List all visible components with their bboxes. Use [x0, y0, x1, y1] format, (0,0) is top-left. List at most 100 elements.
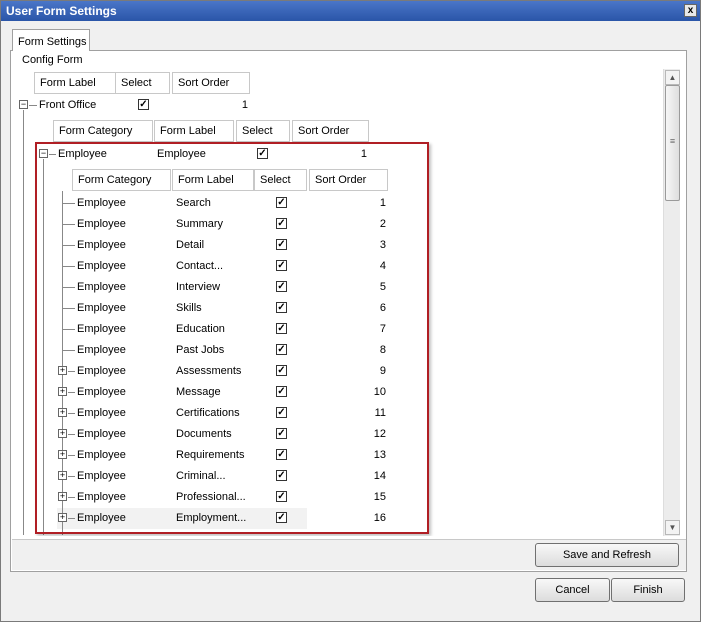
row-select-checkbox[interactable]: ✓	[276, 407, 287, 418]
tree-connector-line	[49, 154, 56, 155]
tree-connector-line	[68, 518, 75, 519]
column-header[interactable]: Sort Order	[172, 72, 250, 94]
row-sort-order[interactable]: 3	[321, 239, 386, 251]
row-category: Employee	[77, 407, 126, 419]
row-select-checkbox[interactable]: ✓	[276, 470, 287, 481]
row-sort-order[interactable]: 2	[321, 218, 386, 230]
front-office-checkbox[interactable]: ✓	[138, 99, 149, 110]
row-sort-order[interactable]: 14	[321, 470, 386, 482]
row-form-label: Professional...	[176, 491, 246, 503]
column-header[interactable]: Form Label	[154, 120, 234, 142]
column-header[interactable]: Form Label	[172, 169, 254, 191]
row-sort-order[interactable]: 16	[321, 512, 386, 524]
tree-connector-line	[23, 110, 24, 535]
row-select-checkbox[interactable]: ✓	[276, 218, 287, 229]
row-sort-order[interactable]: 6	[321, 302, 386, 314]
row-form-label: Contact...	[176, 260, 224, 272]
row-select-checkbox[interactable]: ✓	[276, 491, 287, 502]
column-header[interactable]: Form Category	[53, 120, 153, 142]
expand-icon[interactable]: +	[58, 387, 67, 396]
config-form-tree[interactable]: Form Label Select Sort Order − Front Office ✓…	[12, 69, 663, 536]
row-sort-order[interactable]: 12	[321, 428, 386, 440]
row-sort-order[interactable]: 13	[321, 449, 386, 461]
row-select-checkbox[interactable]: ✓	[276, 260, 287, 271]
row-sort-order[interactable]: 7	[321, 323, 386, 335]
row-sort-order[interactable]: 5	[321, 281, 386, 293]
expand-icon[interactable]: +	[58, 366, 67, 375]
row-category: Employee	[77, 365, 126, 377]
employee-checkbox[interactable]: ✓	[257, 148, 268, 159]
front-office-sort-order[interactable]: 1	[201, 99, 248, 111]
row-select-checkbox[interactable]: ✓	[276, 449, 287, 460]
employee-sort-order[interactable]: 1	[321, 148, 367, 160]
column-header[interactable]: Select	[254, 169, 307, 191]
row-category: Employee	[77, 239, 126, 251]
row-select-checkbox[interactable]: ✓	[276, 197, 287, 208]
row-form-label: Interview	[176, 281, 221, 293]
vertical-scrollbar[interactable]: ▲ ≡ ▼	[663, 69, 680, 536]
row-form-label: Detail	[176, 239, 205, 251]
collapse-icon[interactable]: −	[39, 149, 48, 158]
save-and-refresh-button[interactable]: Save and Refresh	[535, 543, 679, 567]
column-header[interactable]: Form Category	[72, 169, 171, 191]
scroll-thumb[interactable]: ≡	[665, 85, 680, 201]
tree-connector-line	[62, 350, 75, 351]
tree-connector-line	[62, 224, 75, 225]
row-sort-order[interactable]: 10	[321, 386, 386, 398]
row-form-label: Certifications	[176, 407, 240, 419]
expand-icon[interactable]: +	[58, 408, 67, 417]
row-sort-order[interactable]: 4	[321, 260, 386, 272]
row-sort-order[interactable]: 11	[321, 407, 386, 419]
window-title: User Form Settings	[6, 4, 117, 18]
row-category: Employee	[77, 386, 126, 398]
expand-icon[interactable]: +	[58, 450, 67, 459]
row-form-label: Message	[176, 386, 221, 398]
expand-icon[interactable]: +	[58, 471, 67, 480]
row-form-label: Education	[176, 323, 225, 335]
employee-category: Employee	[58, 148, 107, 160]
tree-connector-line	[62, 191, 63, 535]
row-category: Employee	[77, 491, 126, 503]
row-category: Employee	[77, 449, 126, 461]
row-category: Employee	[77, 323, 126, 335]
expand-icon[interactable]: +	[58, 513, 67, 522]
column-header[interactable]: Select	[236, 120, 290, 142]
title-bar[interactable]: User Form Settings x	[1, 1, 700, 21]
row-select-checkbox[interactable]: ✓	[276, 386, 287, 397]
expand-icon[interactable]: +	[58, 492, 67, 501]
row-sort-order[interactable]: 8	[321, 344, 386, 356]
row-form-label: Summary	[176, 218, 224, 230]
column-header[interactable]: Select	[115, 72, 170, 94]
tab-form-settings[interactable]: Form Settings	[12, 29, 90, 51]
row-sort-order[interactable]: 9	[321, 365, 386, 377]
cancel-button[interactable]: Cancel	[535, 578, 610, 602]
tree-connector-line	[68, 392, 75, 393]
finish-button[interactable]: Finish	[611, 578, 685, 602]
row-select-checkbox[interactable]: ✓	[276, 281, 287, 292]
tree-connector-line	[68, 497, 75, 498]
row-select-checkbox[interactable]: ✓	[276, 344, 287, 355]
scroll-up-arrow-icon[interactable]: ▲	[665, 70, 680, 85]
scroll-down-arrow-icon[interactable]: ▼	[665, 520, 680, 535]
row-select-checkbox[interactable]: ✓	[276, 512, 287, 523]
row-select-checkbox[interactable]: ✓	[276, 239, 287, 250]
config-form-group-label: Config Form	[21, 54, 84, 66]
tree-connector-line	[62, 308, 75, 309]
row-select-checkbox[interactable]: ✓	[276, 365, 287, 376]
column-header[interactable]: Sort Order	[309, 169, 388, 191]
row-select-checkbox[interactable]: ✓	[276, 323, 287, 334]
row-select-checkbox[interactable]: ✓	[276, 302, 287, 313]
expand-icon[interactable]: +	[58, 429, 67, 438]
row-sort-order[interactable]: 1	[321, 197, 386, 209]
close-button[interactable]: x	[684, 4, 697, 17]
collapse-icon[interactable]: −	[19, 100, 28, 109]
row-category: Employee	[77, 344, 126, 356]
row-category: Employee	[77, 197, 126, 209]
row-category: Employee	[77, 260, 126, 272]
tree-connector-line	[62, 266, 75, 267]
column-header[interactable]: Form Label	[34, 72, 116, 94]
row-sort-order[interactable]: 15	[321, 491, 386, 503]
row-select-checkbox[interactable]: ✓	[276, 428, 287, 439]
column-header[interactable]: Sort Order	[292, 120, 369, 142]
row-form-label: Documents	[176, 428, 232, 440]
